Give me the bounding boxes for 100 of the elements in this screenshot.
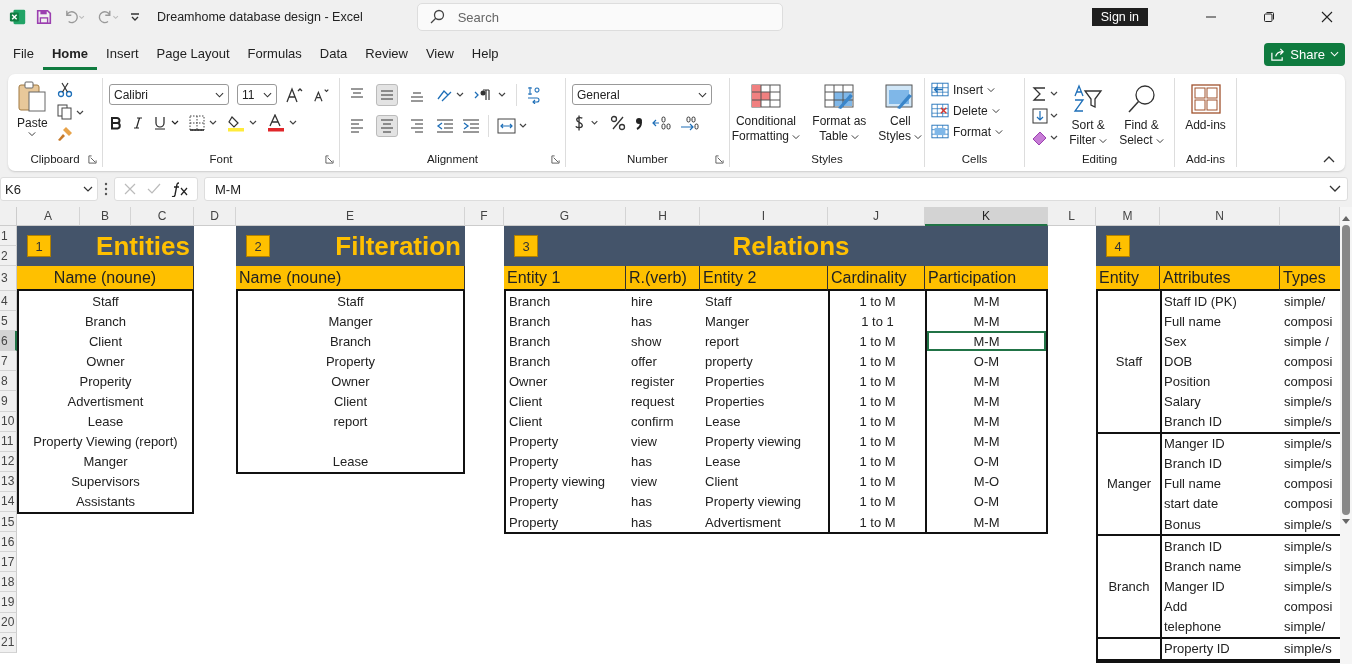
row-header[interactable]: 3 [0,266,17,291]
fill-color-icon[interactable] [227,114,259,132]
bold-icon[interactable] [109,116,123,130]
increase-font-icon[interactable] [285,85,305,104]
row-header[interactable]: 16 [0,532,17,553]
scissors-icon[interactable] [56,82,73,98]
row-header[interactable]: 15 [0,512,17,533]
font-size-dropdown[interactable]: 11 [237,84,277,105]
column-header[interactable]: M [1096,207,1160,226]
editing-button[interactable]: Find & Select [1116,84,1167,148]
column-header[interactable]: K [925,207,1048,226]
table-cell-text: Branch ID [1163,537,1223,556]
cells-button[interactable]: Format [931,123,1018,140]
row-header[interactable]: 1 [0,226,17,246]
vertical-scrollbar[interactable] [1340,207,1352,664]
styles-button[interactable]: Conditional Formatting [728,84,804,144]
row-header[interactable]: 19 [0,592,17,613]
table-cell-text: Client [508,393,544,411]
table-cell-text: Lease [331,453,370,472]
decrease-indent-icon[interactable] [436,118,454,134]
decrease-decimal-icon[interactable] [680,115,700,131]
sign-in-button[interactable]: Sign in [1091,8,1148,26]
row-header[interactable]: 7 [0,351,17,372]
menu-tab[interactable]: Help [462,38,508,70]
formula-field[interactable]: M-M [204,177,1348,201]
row-header[interactable]: 17 [0,552,17,573]
column-header[interactable]: C [131,207,194,226]
dialog-launcher-icon[interactable] [88,155,97,164]
customize-toolbar-icon[interactable] [129,11,141,23]
menu-tab[interactable]: Formulas [238,38,311,70]
increase-indent-icon[interactable] [462,118,480,134]
search-field[interactable]: Search [416,3,783,31]
wrap-text-icon[interactable] [525,86,543,104]
paste-button[interactable]: Paste [14,80,51,137]
scroll-down-icon[interactable] [1342,519,1350,525]
copy-icon[interactable] [56,104,85,120]
table-cell-text: Property [508,453,560,472]
horizontal-align-toggle[interactable] [376,115,398,137]
font-color-icon[interactable] [267,114,299,132]
row-header[interactable]: 2 [0,246,17,266]
column-header[interactable]: D [194,207,236,226]
column-header[interactable]: N [1160,207,1280,226]
row-header[interactable]: 9 [0,391,17,412]
save-icon[interactable] [35,8,53,26]
column-header[interactable]: A [17,207,80,226]
spreadsheet-logo-icon[interactable] [9,8,27,26]
increase-decimal-icon[interactable] [652,115,672,131]
menu-tab[interactable]: Home [42,38,98,70]
column-header[interactable]: B [80,207,131,226]
column-header[interactable]: H [626,207,700,226]
menu-tab[interactable]: Page Layout [147,38,239,70]
row-header[interactable]: 4 [0,291,17,312]
paragraph-direction-icon[interactable] [474,87,508,103]
dialog-launcher-icon[interactable] [715,155,724,164]
menu-tab[interactable]: File [4,38,43,70]
cells-button[interactable]: Insert [931,81,1018,98]
cells-button[interactable]: Delete [931,102,1018,119]
menu-tab[interactable]: Insert [97,38,148,70]
comma-style-icon[interactable] [634,115,644,131]
borders-icon[interactable] [189,115,219,131]
column-header[interactable]: I [700,207,828,226]
restore-icon[interactable] [1263,11,1275,23]
font-name-dropdown[interactable]: Calibri [109,84,229,105]
row-header[interactable]: 6 [0,331,17,352]
menu-tab[interactable]: Review [356,38,417,70]
sort-filter-icon [1072,84,1105,114]
italic-icon[interactable] [131,116,145,130]
merge-center-icon[interactable] [497,118,529,134]
row-header[interactable]: 18 [0,572,17,593]
column-header[interactable]: J [828,207,925,226]
collapse-ribbon-icon[interactable] [1323,155,1335,163]
column-header[interactable]: G [504,207,626,226]
column-header[interactable]: F [465,207,504,226]
name-box[interactable]: K6 [0,177,98,201]
percent-icon[interactable] [610,115,626,131]
styles-button[interactable]: Format as Table [809,84,870,144]
more-options-icon[interactable] [104,182,108,196]
styles-button[interactable]: Cell Styles [875,84,926,144]
number-format-dropdown[interactable]: General [572,84,712,105]
active-cell[interactable]: M-M [927,331,1046,352]
vertical-align-toggle[interactable] [376,84,398,106]
share-button[interactable]: Share [1264,42,1345,66]
dialog-launcher-icon[interactable] [551,155,560,164]
dialog-launcher-icon[interactable] [325,155,334,164]
column-header[interactable]: E [236,207,465,226]
table-cell-text: Manger [82,453,129,472]
menu-tab[interactable]: Data [310,38,357,70]
row-header[interactable]: 5 [0,311,17,332]
row-header[interactable]: 8 [0,371,17,392]
enter-check-icon[interactable] [147,182,161,196]
editing-button[interactable]: Sort & Filter [1066,84,1111,148]
scroll-up-icon[interactable] [1342,215,1350,221]
table-cell-text: Owner [508,372,549,391]
format-painter-icon[interactable] [56,126,73,142]
column-header[interactable]: L [1048,207,1096,226]
add-ins-button[interactable]: Add-ins [1182,84,1229,133]
menu-tab[interactable]: View [416,38,463,70]
insert-function-icon[interactable] [171,181,189,197]
underline-icon[interactable] [153,116,181,130]
close-icon[interactable] [1321,11,1333,23]
